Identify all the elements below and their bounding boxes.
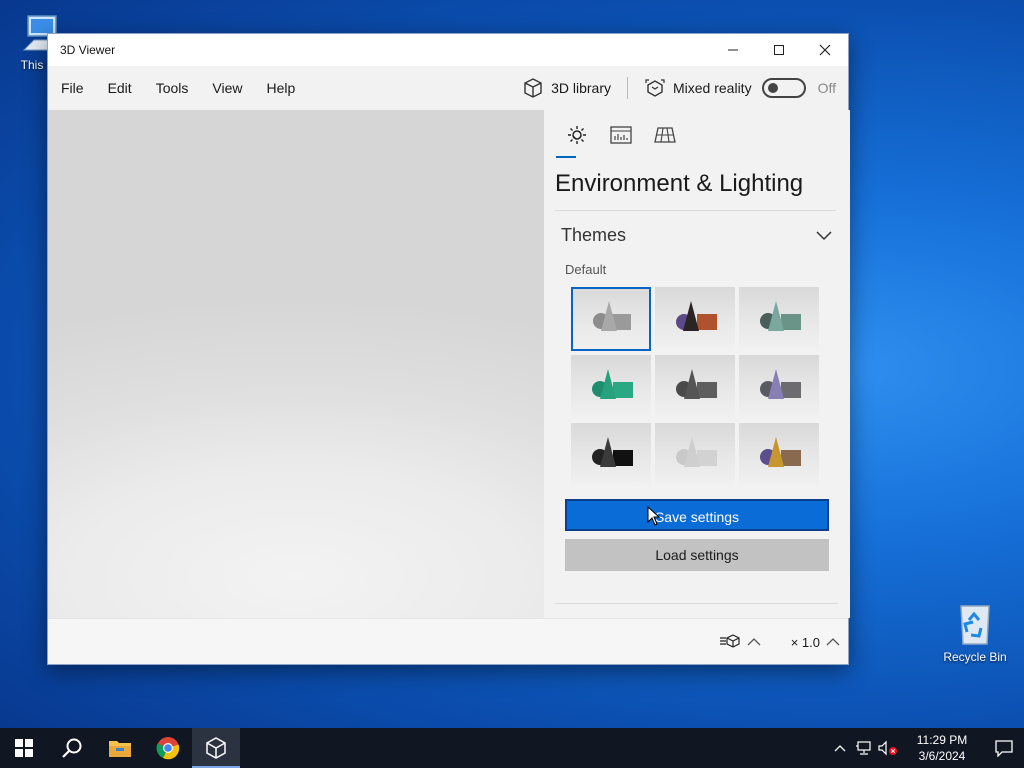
- animation-button[interactable]: [719, 633, 741, 652]
- toggle-knob: [767, 83, 778, 93]
- taskbar-chrome[interactable]: [144, 728, 192, 768]
- theme-tile-default[interactable]: [571, 287, 651, 351]
- menu-file[interactable]: File: [49, 80, 96, 96]
- stats-icon: [610, 126, 632, 144]
- network-button[interactable]: [852, 728, 876, 768]
- 3d-library-button[interactable]: 3D library: [522, 77, 611, 99]
- close-button[interactable]: [802, 34, 848, 66]
- chevron-up-icon[interactable]: [747, 637, 761, 647]
- environment-panel: Environment & Lighting Themes Default Sa…: [554, 110, 850, 618]
- mixed-reality-button[interactable]: Mixed reality: [644, 77, 752, 99]
- theme-preview-icon: [676, 301, 717, 331]
- theme-preview-icon: [760, 301, 801, 331]
- mixed-reality-label: Mixed reality: [672, 80, 752, 96]
- mixed-reality-icon: [645, 79, 665, 97]
- desktop-icon-label: Recycle Bin: [943, 650, 1007, 664]
- status-bar: × 1.0: [48, 618, 848, 664]
- theme-tile-bronze[interactable]: [739, 423, 819, 487]
- tab-lighting[interactable]: [555, 110, 599, 160]
- menu-view[interactable]: View: [200, 80, 254, 96]
- divider: [555, 210, 836, 211]
- clock-date: 3/6/2024: [918, 749, 966, 763]
- themes-heading: Themes: [561, 225, 627, 245]
- windows-logo-icon: [15, 739, 33, 757]
- maximize-icon: [774, 45, 784, 55]
- action-center-button[interactable]: [984, 728, 1024, 768]
- taskbar-3d-viewer[interactable]: [192, 728, 240, 768]
- theme-preview-icon: [593, 301, 631, 331]
- theme-preview-icon: [676, 437, 717, 467]
- chevron-down-icon: [816, 230, 832, 240]
- 3d-library-label: 3D library: [551, 80, 611, 96]
- mixed-reality-toggle[interactable]: [761, 78, 806, 98]
- taskbar: 11:29 PM 3/6/2024: [0, 728, 1024, 768]
- cube-icon: [524, 78, 542, 98]
- chevron-up-icon[interactable]: [826, 637, 840, 647]
- folder-icon: [109, 741, 131, 757]
- theme-preview-icon: [760, 437, 801, 467]
- minimize-button[interactable]: [710, 34, 756, 66]
- menu-help[interactable]: Help: [254, 80, 307, 96]
- menu-bar: File Edit Tools View Help 3D library Mix…: [48, 66, 848, 110]
- volume-muted-icon: [878, 740, 897, 756]
- theme-grid: [571, 287, 850, 487]
- theme-tile-dark-red[interactable]: [655, 287, 735, 351]
- network-icon: [856, 741, 871, 755]
- theme-preview-icon: [760, 369, 801, 399]
- search-button[interactable]: [48, 728, 96, 768]
- maximize-button[interactable]: [756, 34, 802, 66]
- volume-button[interactable]: [876, 728, 900, 768]
- divider: [555, 603, 838, 604]
- start-button[interactable]: [0, 728, 48, 768]
- tab-stats[interactable]: [599, 110, 643, 160]
- theme-preview-icon: [592, 369, 633, 399]
- taskbar-file-explorer[interactable]: [96, 728, 144, 768]
- recycle-bin-icon: [953, 602, 997, 646]
- mouse-cursor-icon: [647, 506, 661, 526]
- close-icon: [819, 44, 831, 56]
- app-window: 3D Viewer File Edit Tools View Help 3D l…: [47, 33, 850, 665]
- window-title: 3D Viewer: [60, 43, 116, 57]
- search-icon: [62, 738, 82, 758]
- desktop-icon-recycle-bin[interactable]: Recycle Bin: [935, 602, 1015, 664]
- notification-icon: [995, 740, 1013, 757]
- lighting-icon: [568, 126, 586, 144]
- theme-tile-violet[interactable]: [739, 355, 819, 419]
- theme-tile-green[interactable]: [571, 355, 651, 419]
- system-tray: 11:29 PM 3/6/2024: [828, 728, 1024, 768]
- show-hidden-icons-button[interactable]: [828, 728, 852, 768]
- 3d-viewer-icon: [206, 737, 226, 759]
- menu-edit[interactable]: Edit: [96, 80, 144, 96]
- theme-preview-icon: [676, 369, 717, 399]
- theme-tile-graphite[interactable]: [655, 355, 735, 419]
- minimize-icon: [728, 49, 738, 51]
- menu-tools[interactable]: Tools: [144, 80, 201, 96]
- 3d-viewport[interactable]: [48, 110, 544, 618]
- grid-icon: [654, 127, 676, 143]
- theme-tile-teal[interactable]: [739, 287, 819, 351]
- clock-time: 11:29 PM: [916, 733, 968, 747]
- playback-speed[interactable]: × 1.0: [791, 635, 820, 650]
- tab-grid[interactable]: [643, 110, 687, 160]
- theme-tile-light[interactable]: [655, 423, 735, 487]
- theme-tile-black[interactable]: [571, 423, 651, 487]
- chevron-up-icon: [834, 745, 846, 752]
- load-settings-button[interactable]: Load settings: [565, 539, 829, 571]
- divider: [626, 77, 628, 99]
- theme-preview-icon: [592, 437, 633, 467]
- title-bar[interactable]: 3D Viewer: [48, 34, 848, 66]
- panel-title: Environment & Lighting: [555, 170, 804, 197]
- themes-expander[interactable]: Themes: [561, 225, 832, 246]
- themes-subheading: Default: [565, 262, 607, 277]
- clock[interactable]: 11:29 PM 3/6/2024: [906, 732, 978, 764]
- save-settings-button[interactable]: Save settings: [565, 499, 829, 531]
- chrome-icon: [156, 737, 180, 760]
- animation-icon: [719, 633, 740, 648]
- toggle-state: Off: [817, 80, 836, 96]
